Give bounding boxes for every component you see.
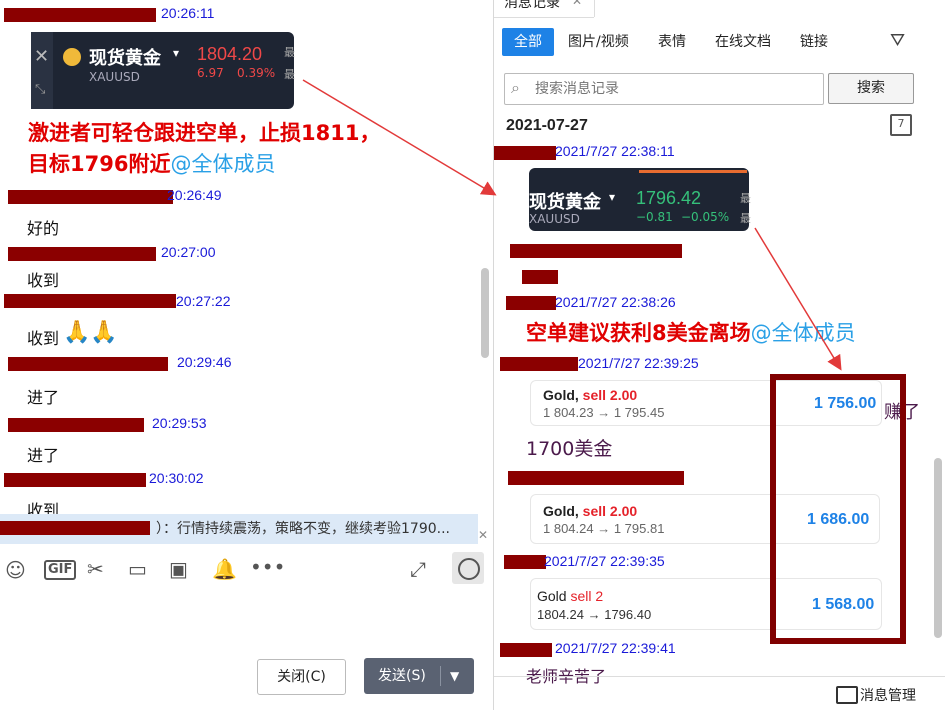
annotation-arrow (302, 79, 497, 196)
annotation-arrow (754, 227, 842, 371)
annotation-overlay (302, 79, 906, 644)
highlight-box (770, 374, 906, 644)
